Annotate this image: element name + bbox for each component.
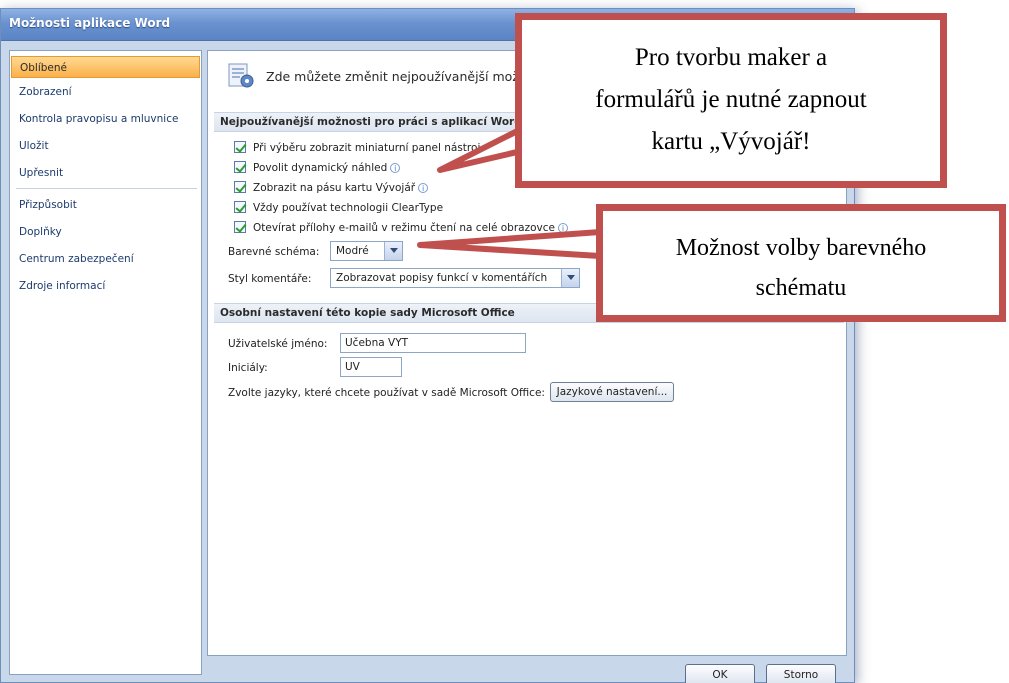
nav-item-zdroje-informaci[interactable]: Zdroje informací <box>11 275 200 297</box>
callout-scheme-box: Možnost volby barevného schématu <box>596 204 1006 322</box>
initials-label: Iniciály: <box>228 362 268 374</box>
nav-item-zobrazeni[interactable]: Zobrazení <box>11 81 200 103</box>
callout-scheme-line1: Možnost volby barevného <box>675 235 927 261</box>
language-label: Zvolte jazyky, které chcete používat v s… <box>228 387 545 399</box>
nav-item-upresnit[interactable]: Upřesnit <box>11 162 200 184</box>
option-mini-toolbar[interactable]: Při výběru zobrazit miniaturní panel nás… <box>234 141 480 157</box>
nav-separator <box>16 188 197 189</box>
nav-item-kontrola-pravopisu[interactable]: Kontrola pravopisu a mluvnice <box>11 108 200 130</box>
username-input[interactable]: Učebna VYT <box>340 333 526 353</box>
nav-item-oblibene[interactable]: Oblíbené <box>11 56 200 78</box>
options-header-icon <box>228 63 254 88</box>
callout-developer-box: Pro tvorbu maker a formulářů je nutné za… <box>515 13 947 188</box>
chevron-down-icon[interactable] <box>384 242 402 260</box>
chevron-down-icon[interactable] <box>561 269 579 287</box>
info-icon: i <box>390 163 401 173</box>
initials-input[interactable]: UV <box>340 357 402 377</box>
info-icon: i <box>557 223 568 233</box>
option-cleartype[interactable]: Vždy používat technologii ClearType <box>234 201 443 217</box>
options-nav: Oblíbené Zobrazení Kontrola pravopisu a … <box>9 50 202 675</box>
options-header-text: Zde můžete změnit nejpoužívanější možno <box>266 69 535 84</box>
checkbox-checked[interactable] <box>234 201 246 213</box>
checkbox-checked[interactable] <box>234 141 246 153</box>
checkbox-checked[interactable] <box>234 181 246 193</box>
dialog-title: Možnosti aplikace Word <box>9 16 171 30</box>
color-scheme-select[interactable]: Modré <box>330 241 403 261</box>
option-developer-tab[interactable]: Zobrazit na pásu kartu Vývojář i <box>234 181 429 197</box>
option-live-preview[interactable]: Povolit dynamický náhled i <box>234 161 401 177</box>
callout-scheme-line2: schématu <box>755 275 847 301</box>
language-settings-button[interactable]: Jazykové nastavení... <box>550 382 674 402</box>
callout-developer-line2: formulářů je nutné zapnout <box>595 86 867 113</box>
nav-item-doplnky[interactable]: Doplňky <box>11 221 200 243</box>
nav-item-prizpusobit[interactable]: Přizpůsobit <box>11 194 200 216</box>
username-label: Uživatelské jméno: <box>228 338 328 350</box>
tooltip-style-select[interactable]: Zobrazovat popisy funkcí v komentářích <box>330 268 580 288</box>
callout-developer-line3: kartu „Vývojář! <box>651 128 811 155</box>
option-reading-mode[interactable]: Otevírat přílohy e-mailů v režimu čtení … <box>234 221 568 237</box>
tooltip-style-label: Styl komentáře: <box>228 273 312 285</box>
ok-button[interactable]: OK <box>685 664 755 683</box>
color-scheme-label: Barevné schéma: <box>228 246 320 258</box>
checkbox-checked[interactable] <box>234 161 246 173</box>
callout-developer-line1: Pro tvorbu maker a <box>634 44 828 71</box>
info-icon: i <box>418 183 429 193</box>
checkbox-checked[interactable] <box>234 221 246 233</box>
nav-item-ulozit[interactable]: Uložit <box>11 135 200 157</box>
nav-item-centrum-zabezpeceni[interactable]: Centrum zabezpečení <box>11 248 200 270</box>
cancel-button[interactable]: Storno <box>766 664 836 683</box>
